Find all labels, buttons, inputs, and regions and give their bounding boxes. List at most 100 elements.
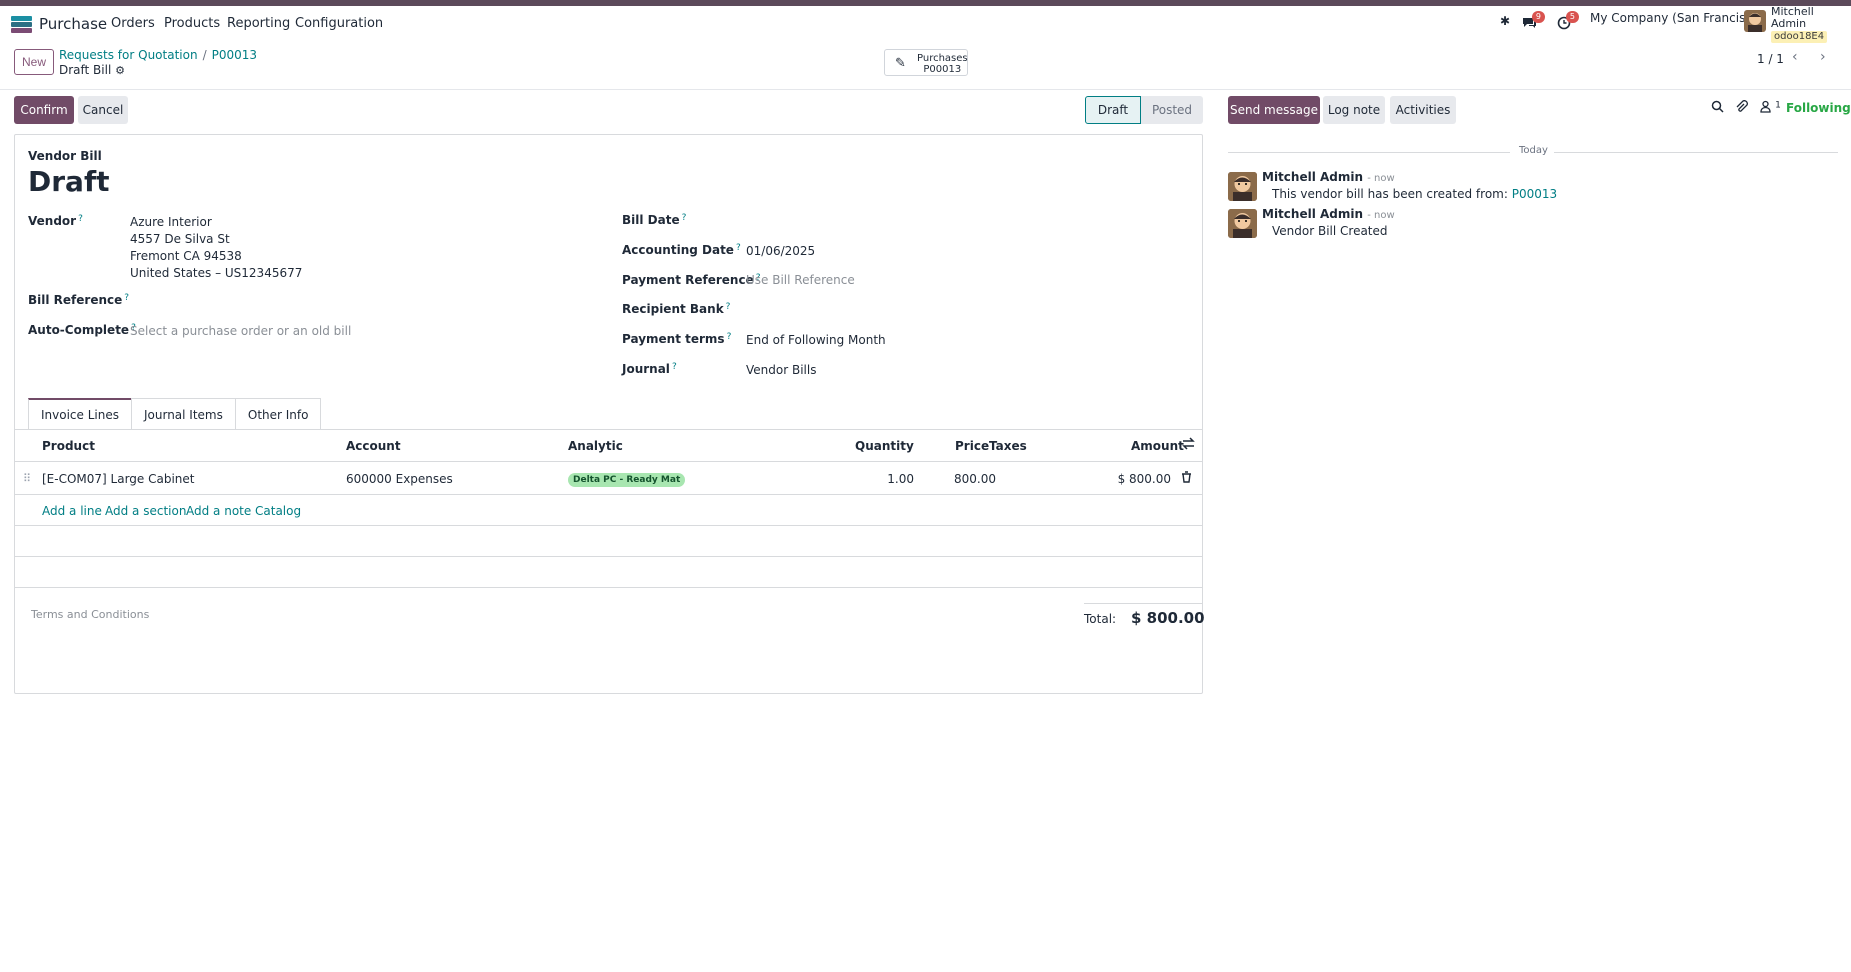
messages-icon[interactable]: 9 bbox=[1522, 11, 1545, 33]
gear-icon[interactable]: ⚙ bbox=[115, 64, 125, 77]
status-draft[interactable]: Draft bbox=[1085, 96, 1141, 124]
record-title-area: Draft Bill ⚙ bbox=[59, 63, 125, 77]
date-divider-right bbox=[1554, 152, 1838, 153]
add-links-row: Add a line Add a section Add a note Cata… bbox=[15, 496, 1202, 526]
drag-handle-icon[interactable]: ⠿ bbox=[23, 472, 31, 485]
total-value: $ 800.00 bbox=[1131, 609, 1205, 627]
catalog-link[interactable]: Catalog bbox=[255, 504, 301, 518]
database-badge: odoo18E4 bbox=[1771, 31, 1828, 43]
col-quantity[interactable]: Quantity bbox=[855, 439, 914, 453]
payment-terms-label: Payment terms? bbox=[622, 332, 732, 346]
col-amount[interactable]: Amount bbox=[1131, 439, 1184, 453]
help-icon[interactable]: ? bbox=[682, 213, 687, 223]
pager-next-icon[interactable]: › bbox=[1820, 49, 1826, 65]
paperclip-icon[interactable] bbox=[1735, 100, 1748, 117]
add-note-link[interactable]: Add a note bbox=[186, 504, 251, 518]
bug-icon[interactable]: ✱ bbox=[1500, 14, 1510, 28]
message-link[interactable]: P00013 bbox=[1512, 187, 1557, 201]
tab-journal-items[interactable]: Journal Items bbox=[130, 398, 236, 430]
message-text: Vendor Bill Created bbox=[1272, 224, 1388, 238]
status-posted[interactable]: Posted bbox=[1141, 96, 1203, 124]
tab-invoice-lines[interactable]: Invoice Lines bbox=[28, 398, 132, 430]
followers-count: 1 bbox=[1775, 100, 1781, 111]
payment-terms-input[interactable]: End of Following Month bbox=[746, 333, 886, 347]
line-account[interactable]: 600000 Expenses bbox=[346, 472, 453, 486]
optional-columns-icon[interactable] bbox=[1182, 437, 1195, 453]
vendor-field[interactable]: Azure Interior 4557 De Silva St Fremont … bbox=[130, 214, 302, 282]
col-account[interactable]: Account bbox=[346, 439, 401, 453]
company-switcher[interactable]: My Company (San Francisco) bbox=[1590, 11, 1764, 25]
log-note-button[interactable]: Log note bbox=[1323, 96, 1385, 124]
search-icon[interactable] bbox=[1711, 100, 1724, 117]
help-icon[interactable]: ? bbox=[736, 243, 741, 253]
pager-previous-icon[interactable]: ‹ bbox=[1792, 49, 1798, 65]
breadcrumb-po[interactable]: P00013 bbox=[212, 48, 257, 62]
date-divider-left bbox=[1228, 152, 1510, 153]
breadcrumb-rfq[interactable]: Requests for Quotation bbox=[59, 48, 198, 62]
message-author[interactable]: Mitchell Admin bbox=[1262, 170, 1363, 184]
help-icon[interactable]: ? bbox=[727, 332, 732, 342]
state-title: Draft bbox=[28, 165, 110, 198]
col-price[interactable]: Price bbox=[955, 439, 989, 453]
edit-icon: ✎ bbox=[895, 56, 906, 71]
following-button[interactable]: Following bbox=[1786, 101, 1851, 115]
purchases-smart-button[interactable]: ✎ Purchases P00013 bbox=[884, 49, 968, 76]
accounting-date-label: Accounting Date? bbox=[622, 243, 741, 257]
message-author[interactable]: Mitchell Admin bbox=[1262, 207, 1363, 221]
add-section-link[interactable]: Add a section bbox=[105, 504, 186, 518]
line-product[interactable]: [E-COM07] Large Cabinet bbox=[42, 472, 195, 486]
date-separator: Today bbox=[1519, 145, 1548, 156]
new-button[interactable]: New bbox=[14, 49, 54, 75]
confirm-button[interactable]: Confirm bbox=[14, 96, 74, 124]
help-icon[interactable]: ? bbox=[78, 214, 83, 224]
divider bbox=[0, 89, 1851, 90]
col-analytic[interactable]: Analytic bbox=[568, 439, 623, 453]
auto-complete-label: Auto-Complete? bbox=[28, 323, 136, 337]
user-name: Mitchell Admin bbox=[1771, 5, 1814, 30]
send-message-button[interactable]: Send message bbox=[1228, 96, 1320, 124]
analytic-tag[interactable]: Delta PC - Ready Mat bbox=[568, 473, 686, 487]
message-body: This vendor bill has been created from: … bbox=[1272, 187, 1557, 201]
auto-complete-input[interactable]: Select a purchase order or an old bill bbox=[130, 324, 351, 338]
smart-button-label: Purchases bbox=[917, 53, 968, 64]
journal-input[interactable]: Vendor Bills bbox=[746, 363, 816, 377]
smart-button-value: P00013 bbox=[923, 64, 962, 75]
pager-value[interactable]: 1 / 1 bbox=[1757, 52, 1784, 66]
accounting-date-input[interactable]: 01/06/2025 bbox=[746, 244, 815, 258]
help-icon[interactable]: ? bbox=[726, 302, 731, 312]
table-row[interactable]: ⠿ [E-COM07] Large Cabinet 600000 Expense… bbox=[15, 463, 1202, 495]
user-menu[interactable]: Mitchell Admin odoo18E4 bbox=[1771, 6, 1851, 43]
user-avatar[interactable] bbox=[1744, 10, 1766, 32]
bill-date-label: Bill Date? bbox=[622, 213, 687, 227]
message-text: This vendor bill has been created from: bbox=[1272, 187, 1508, 201]
line-quantity[interactable]: 1.00 bbox=[846, 472, 914, 486]
col-product[interactable]: Product bbox=[42, 439, 95, 453]
line-price[interactable]: 800.00 bbox=[932, 472, 996, 486]
add-line-link[interactable]: Add a line bbox=[42, 504, 102, 518]
message-avatar[interactable] bbox=[1228, 209, 1257, 238]
app-name[interactable]: Purchase bbox=[39, 15, 107, 33]
terms-and-conditions[interactable]: Terms and Conditions bbox=[31, 608, 149, 621]
tab-other-info[interactable]: Other Info bbox=[234, 398, 322, 430]
col-taxes[interactable]: Taxes bbox=[989, 439, 1027, 453]
menu-configuration[interactable]: Configuration bbox=[295, 16, 383, 31]
line-amount: $ 800.00 bbox=[1117, 472, 1171, 486]
activities-button[interactable]: Activities bbox=[1390, 96, 1456, 124]
trash-icon[interactable] bbox=[1181, 471, 1192, 486]
help-icon[interactable]: ? bbox=[124, 293, 129, 303]
menu-products[interactable]: Products bbox=[164, 16, 220, 31]
followers-icon[interactable]: 1 bbox=[1760, 100, 1781, 117]
recipient-bank-input[interactable] bbox=[746, 298, 1166, 320]
bill-reference-input[interactable] bbox=[130, 288, 530, 310]
app-menu-icon[interactable] bbox=[11, 16, 32, 33]
status-bar: Draft Posted bbox=[1085, 96, 1203, 124]
help-icon[interactable]: ? bbox=[672, 362, 677, 372]
payment-reference-input[interactable]: Use Bill Reference bbox=[746, 273, 855, 287]
activities-icon[interactable]: 5 bbox=[1557, 11, 1579, 34]
cancel-button[interactable]: Cancel bbox=[78, 96, 128, 124]
bill-date-input[interactable] bbox=[746, 209, 1166, 231]
doc-type: Vendor Bill bbox=[28, 149, 102, 163]
menu-orders[interactable]: Orders bbox=[111, 16, 155, 31]
message-avatar[interactable] bbox=[1228, 172, 1257, 201]
menu-reporting[interactable]: Reporting bbox=[227, 16, 290, 31]
